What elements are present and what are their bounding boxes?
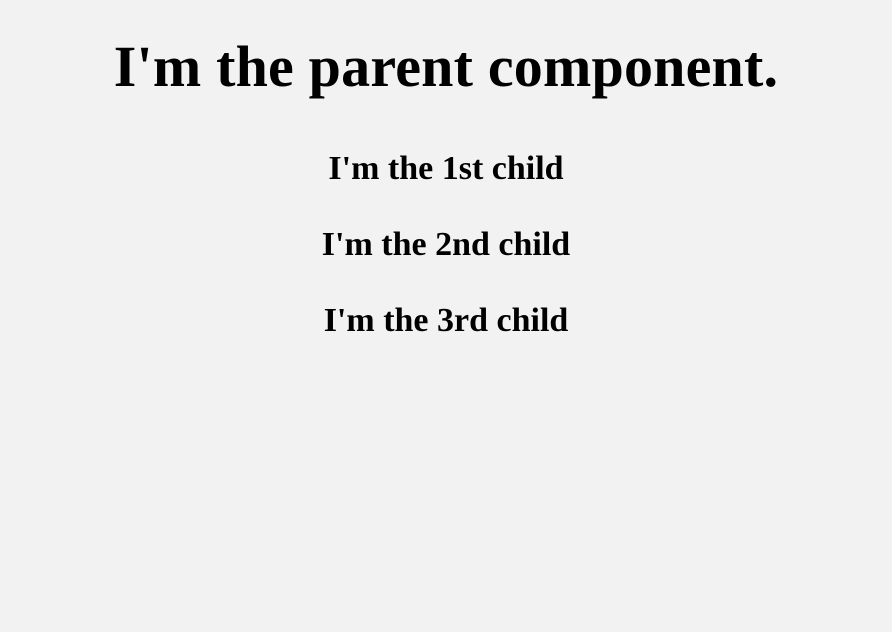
child-component-1: I'm the 1st child (328, 150, 564, 187)
child-component-3: I'm the 3rd child (323, 302, 569, 339)
page: I'm the parent component. I'm the 1st ch… (0, 0, 892, 632)
child-component-2: I'm the 2nd child (321, 226, 571, 263)
parent-component-heading: I'm the parent component. (113, 34, 779, 99)
children-list: I'm the 1st child I'm the 2nd child I'm … (0, 146, 892, 374)
